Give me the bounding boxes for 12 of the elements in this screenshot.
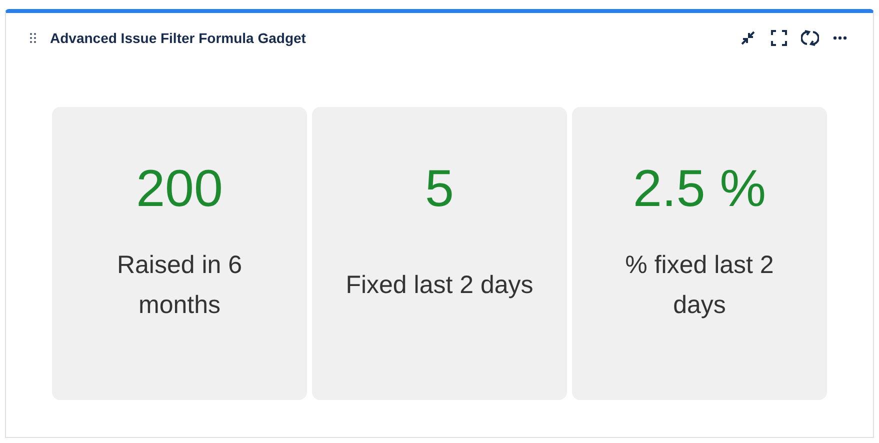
metric-value: 5 [425, 163, 454, 215]
fullscreen-icon[interactable] [771, 30, 787, 46]
more-icon[interactable] [833, 36, 847, 40]
metric-value: 2.5 % [633, 163, 766, 215]
metric-label: Fixed last 2 days [346, 270, 534, 300]
metric-value: 200 [136, 163, 223, 215]
metric-label: % fixed last 2 days [624, 250, 775, 320]
metric-label: Raised in 6 months [116, 250, 244, 320]
minimize-icon[interactable] [739, 29, 757, 47]
drag-handle-icon[interactable] [30, 33, 36, 43]
gadget-title: Advanced Issue Filter Formula Gadget [50, 28, 306, 48]
refresh-icon[interactable] [801, 29, 819, 47]
